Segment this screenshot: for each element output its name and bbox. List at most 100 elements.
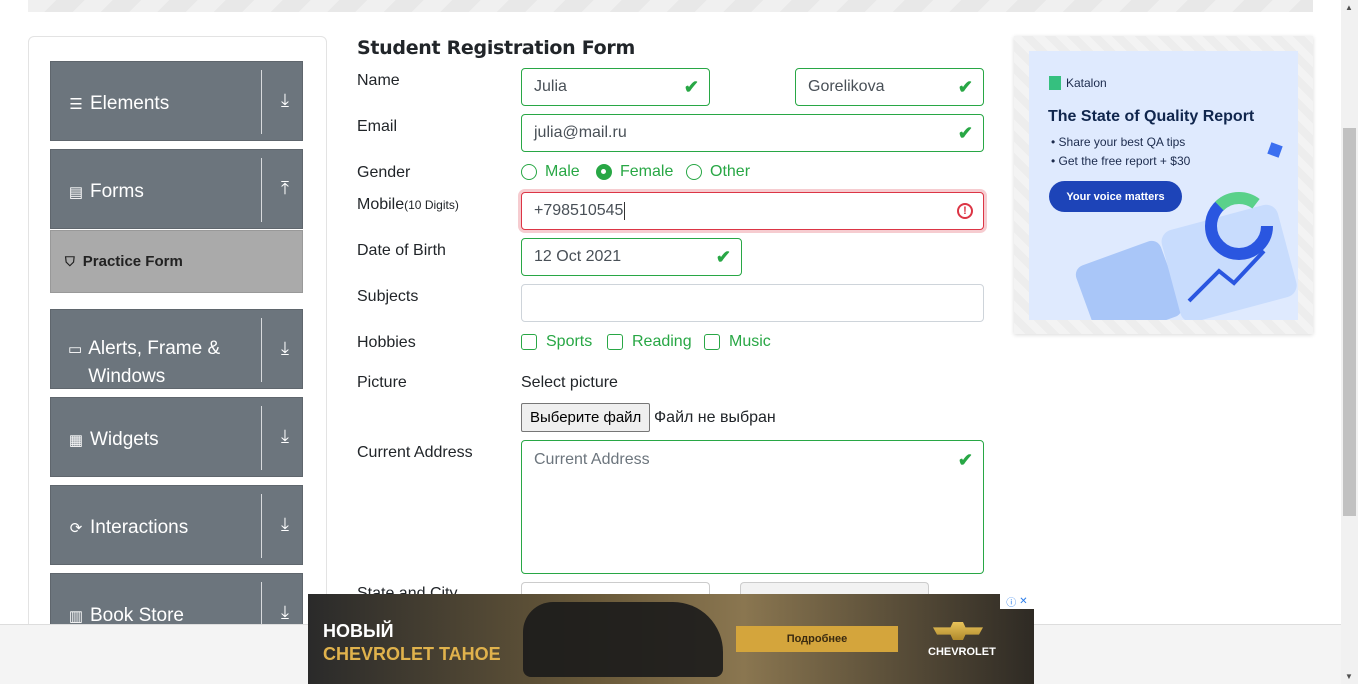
sidebar-group-widgets[interactable]: ▦ Widgets ⤓ bbox=[50, 397, 303, 477]
radio-circle[interactable] bbox=[521, 164, 537, 180]
ad-content[interactable]: Katalon The State of Quality Report • Sh… bbox=[1029, 51, 1298, 320]
mobile-label: Mobile(10 Digits) bbox=[357, 196, 459, 214]
sidebar-group-elements[interactable]: ☰ Elements ⤓ bbox=[50, 61, 303, 141]
checkbox-box[interactable] bbox=[607, 334, 623, 350]
select-picture-label: Select picture bbox=[521, 374, 618, 391]
hobbies-label: Hobbies bbox=[357, 334, 416, 351]
chevron-up-icon[interactable]: ⤒ bbox=[276, 178, 294, 199]
chevron-down-icon[interactable]: ⤓ bbox=[276, 514, 294, 535]
check-icon: ✔ bbox=[957, 123, 973, 143]
picture-label: Picture bbox=[357, 374, 407, 391]
hamburger-icon: ☰ bbox=[69, 96, 83, 113]
hobby-checkbox-music[interactable]: Music bbox=[704, 333, 771, 351]
text-cursor bbox=[624, 202, 626, 220]
file-status: Файл не выбран bbox=[654, 409, 776, 426]
ad-illustration bbox=[1075, 142, 1297, 320]
group-label: Interactions bbox=[90, 517, 189, 538]
ad-details-button[interactable]: Подробнее bbox=[736, 626, 898, 652]
email-label: Email bbox=[357, 118, 398, 135]
checkbox-label: Sports bbox=[546, 333, 593, 350]
car-image bbox=[523, 602, 723, 677]
name-label: Name bbox=[357, 72, 400, 89]
sidebar-group-forms[interactable]: ▤ Forms ⤒ bbox=[50, 149, 303, 229]
chevron-down-icon[interactable]: ⤓ bbox=[276, 426, 294, 447]
radio-label: Other bbox=[710, 163, 751, 180]
error-icon: ! bbox=[957, 203, 973, 219]
window-icon: ▭ bbox=[68, 341, 83, 358]
scrollbar-thumb[interactable] bbox=[1343, 128, 1356, 516]
check-icon: ✔ bbox=[957, 450, 973, 470]
last-name-value: Gorelikova bbox=[808, 78, 885, 95]
scroll-up-icon[interactable]: ▲ bbox=[1345, 3, 1353, 12]
first-name-value: Julia bbox=[534, 78, 567, 95]
dob-label: Date of Birth bbox=[357, 242, 446, 259]
check-icon: ✔ bbox=[715, 247, 731, 267]
sidebar: ☰ Elements ⤓ ▤ Forms ⤒ ⛉ Practice Form ▭ Al… bbox=[28, 36, 327, 636]
html5-icon: ⛉ bbox=[65, 253, 75, 269]
advertisement-bottom[interactable]: НОВЫЙ CHEVROLET TAHOE Подробнее CHEVROLE… bbox=[308, 594, 1034, 684]
page-title: Student Registration Form bbox=[357, 37, 635, 59]
current-address-textarea[interactable]: Current Address ✔ bbox=[521, 440, 984, 574]
ad-choices[interactable]: ⓘ ✕ bbox=[1000, 594, 1034, 609]
radio-circle[interactable] bbox=[686, 164, 702, 180]
sidebar-item-label: Practice Form bbox=[82, 253, 183, 270]
mobile-value: +798510545 bbox=[534, 202, 624, 219]
divider bbox=[261, 158, 262, 222]
dob-input[interactable]: 12 Oct 2021 ✔ bbox=[521, 238, 742, 276]
address-placeholder: Current Address bbox=[534, 451, 650, 468]
dob-value: 12 Oct 2021 bbox=[534, 248, 622, 265]
gender-radio-male[interactable]: Male bbox=[521, 163, 580, 181]
ad-line-2: CHEVROLET TAHOE bbox=[323, 644, 501, 664]
radio-circle[interactable] bbox=[596, 164, 612, 180]
page-scrollbar[interactable]: ▲ ▼ bbox=[1341, 0, 1358, 684]
chevron-down-icon[interactable]: ⤓ bbox=[276, 90, 294, 111]
email-input[interactable]: julia@mail.ru ✔ bbox=[521, 114, 984, 152]
info-icon[interactable]: ⓘ bbox=[1006, 594, 1016, 609]
email-value: julia@mail.ru bbox=[534, 124, 627, 141]
gender-radio-female[interactable]: Female bbox=[596, 163, 673, 181]
hobby-checkbox-reading[interactable]: Reading bbox=[607, 333, 692, 351]
widgets-icon: ▦ bbox=[68, 432, 84, 449]
checkbox-label: Reading bbox=[632, 333, 692, 350]
check-icon: ✔ bbox=[683, 77, 699, 97]
group-label: Widgets bbox=[90, 429, 159, 450]
last-name-input[interactable]: Gorelikova ✔ bbox=[795, 68, 984, 106]
mobile-hint: (10 Digits) bbox=[404, 198, 459, 212]
divider bbox=[261, 406, 262, 470]
scroll-down-icon[interactable]: ▼ bbox=[1345, 672, 1353, 681]
document-icon: ▤ bbox=[68, 184, 84, 201]
ad-line-1: НОВЫЙ bbox=[323, 621, 394, 641]
mobile-label-text: Mobile bbox=[357, 196, 405, 213]
group-label: Alerts, Frame & Windows bbox=[88, 338, 221, 387]
interactions-icon: ⟳ bbox=[69, 520, 83, 537]
checkbox-label: Music bbox=[729, 333, 771, 350]
address-label: Current Address bbox=[357, 444, 473, 461]
mobile-input[interactable]: +798510545 ! bbox=[521, 192, 984, 230]
sidebar-item-practice-form[interactable]: ⛉ Practice Form bbox=[50, 230, 303, 293]
divider bbox=[261, 318, 262, 382]
choose-file-button[interactable]: Выберите файл bbox=[521, 403, 651, 432]
chevron-down-icon[interactable]: ⤓ bbox=[276, 338, 294, 359]
group-label: Forms bbox=[90, 181, 144, 202]
chevron-down-icon[interactable]: ⤓ bbox=[276, 602, 294, 623]
group-label: Elements bbox=[90, 93, 170, 114]
first-name-input[interactable]: Julia ✔ bbox=[521, 68, 710, 106]
divider bbox=[261, 70, 262, 134]
hobby-checkbox-sports[interactable]: Sports bbox=[521, 333, 592, 351]
chevrolet-logo-icon bbox=[933, 622, 983, 640]
divider bbox=[261, 494, 262, 558]
checkbox-box[interactable] bbox=[521, 334, 537, 350]
top-banner bbox=[28, 0, 1313, 12]
radio-label: Male bbox=[545, 163, 580, 180]
subjects-label: Subjects bbox=[357, 288, 419, 305]
radio-label: Female bbox=[620, 163, 674, 180]
gender-radio-other[interactable]: Other bbox=[686, 163, 750, 181]
sidebar-group-interactions[interactable]: ⟳ Interactions ⤓ bbox=[50, 485, 303, 565]
check-icon: ✔ bbox=[957, 77, 973, 97]
ad-brand-text: CHEVROLET bbox=[928, 646, 996, 658]
close-icon[interactable]: ✕ bbox=[1019, 596, 1027, 607]
subjects-input[interactable] bbox=[521, 284, 984, 322]
sidebar-group-alerts[interactable]: ▭ Alerts, Frame & Windows ⤓ bbox=[50, 309, 303, 389]
checkbox-box[interactable] bbox=[704, 334, 720, 350]
advertisement-right[interactable]: Katalon The State of Quality Report • Sh… bbox=[1014, 36, 1313, 334]
